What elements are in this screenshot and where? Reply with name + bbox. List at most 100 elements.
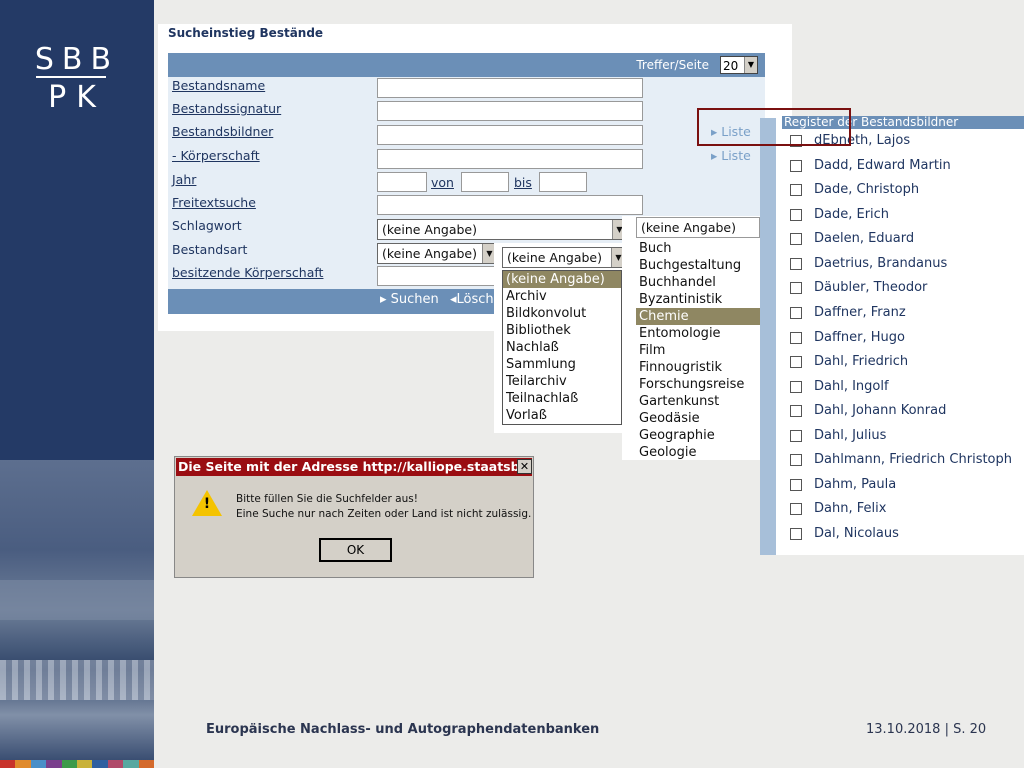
list-item[interactable]: Nachlaß [503,339,621,356]
register-item[interactable]: Dahlmann, Friedrich Christoph [790,452,1012,467]
close-icon[interactable]: ✕ [517,459,532,474]
form-title: Sucheinstieg Bestände [168,26,324,40]
schlagwort-value: (keine Angabe) [382,222,477,237]
list-item[interactable]: (keine Angabe) [503,271,621,288]
register-item[interactable]: Däubler, Theodor [790,280,927,295]
label-bestandsname[interactable]: Bestandsname [172,78,265,93]
schlagwort-select[interactable]: (keine Angabe) ▼ [377,219,627,240]
label-koerperschaft[interactable]: - Körperschaft [172,148,260,163]
bestandsart-value: (keine Angabe) [382,246,477,261]
register-item[interactable]: Daetrius, Brandanus [790,256,947,271]
register-item-label: Daffner, Hugo [814,330,905,345]
freitextsuche-input[interactable] [377,195,643,215]
checkbox[interactable] [790,478,802,491]
list-item[interactable]: Buchhandel [636,274,760,291]
jahr-input[interactable] [377,172,427,192]
koerperschaft-input[interactable] [377,149,643,169]
register-item[interactable]: Dadd, Edward Martin [790,158,951,173]
label-freitextsuche[interactable]: Freitextsuche [172,195,256,210]
bestandsbildner-input[interactable] [377,125,643,145]
year-to-link[interactable]: bis [514,175,532,190]
list-item[interactable]: Forschungsreise [636,376,760,393]
label-bestandsbildner[interactable]: Bestandsbildner [172,124,273,139]
checkbox[interactable] [790,208,802,221]
bestandsname-input[interactable] [377,78,643,98]
year-to-input[interactable] [539,172,587,192]
checkbox[interactable] [790,306,802,319]
triangle-right-icon: ▸ [380,292,387,307]
chevron-down-icon[interactable]: ▼ [744,57,757,73]
register-item[interactable]: Dahl, Johann Konrad [790,403,946,418]
checkbox[interactable] [790,429,802,442]
photo-band-1 [0,580,154,620]
bestandsart-select[interactable]: (keine Angabe) ▼ [377,243,497,264]
list-item[interactable]: Buchgestaltung [636,257,760,274]
checkbox[interactable] [790,232,802,245]
ok-button[interactable]: OK [319,538,392,562]
list-item[interactable]: Geodäsie [636,410,760,427]
branding-column: SBB PK [0,0,154,768]
checkbox[interactable] [790,404,802,417]
list-item[interactable]: Bibliothek [503,322,621,339]
register-item-label: Dal, Nicolaus [814,526,899,541]
hits-per-page-select[interactable]: 20 ▼ [720,56,758,74]
liste-link-koerperschaft[interactable]: ▸ Liste [711,148,751,163]
list-item[interactable]: Film [636,342,760,359]
hits-per-page-value: 20 [723,59,739,73]
checkbox[interactable] [790,257,802,270]
list-item[interactable]: Archiv [503,288,621,305]
bestandsart-dropdown-combo[interactable]: (keine Angabe) ▼ [502,247,626,268]
register-item[interactable]: Daelen, Eduard [790,231,914,246]
register-item[interactable]: Dahl, Ingolf [790,379,889,394]
bestandssignatur-input[interactable] [377,101,643,121]
list-item[interactable]: Byzantinistik [636,291,760,308]
schlagwort-dropdown-combo[interactable]: (keine Angabe) [636,217,760,238]
bestandsart-dropdown-list: (keine Angabe) Archiv Bildkonvolut Bibli… [502,270,622,425]
checkbox[interactable] [790,183,802,196]
footer-title: Europäische Nachlass- und Autographendat… [206,722,600,737]
list-item[interactable]: Geologie [636,444,760,461]
list-item[interactable]: Finnougristik [636,359,760,376]
list-item[interactable]: Teilarchiv [503,373,621,390]
register-item[interactable]: Dahm, Paula [790,477,896,492]
label-bestandssignatur[interactable]: Bestandssignatur [172,101,281,116]
hits-per-page-label: Treffer/Seite [636,58,709,72]
footer-date-page: 13.10.2018 | S. 20 [866,722,987,737]
liste-label: Liste [721,148,751,163]
checkbox[interactable] [790,453,802,466]
list-item[interactable]: Bildkonvolut [503,305,621,322]
list-item[interactable]: Sammlung [503,356,621,373]
besitzende-koerperschaft-input[interactable] [377,266,497,286]
register-item-label: Däubler, Theodor [814,280,928,295]
label-jahr[interactable]: Jahr [172,172,196,187]
clear-button[interactable]: ◂Lösch [450,292,494,307]
highlight-annotation-box [697,108,851,146]
register-item[interactable]: Daffner, Hugo [790,330,905,345]
list-item[interactable]: Buch [636,240,760,257]
register-item[interactable]: Dade, Christoph [790,182,919,197]
register-item[interactable]: Dahl, Friedrich [790,354,908,369]
checkbox[interactable] [790,380,802,393]
list-item[interactable]: Chemie [636,308,760,325]
dialog-message-line2: Eine Suche nur nach Zeiten oder Land ist… [236,508,532,520]
register-item[interactable]: Daffner, Franz [790,305,906,320]
checkbox[interactable] [790,355,802,368]
checkbox[interactable] [790,159,802,172]
list-item[interactable]: Teilnachlaß [503,390,621,407]
year-from-link[interactable]: von [431,175,454,190]
label-besitzende-koerperschaft[interactable]: besitzende Körperschaft [172,265,323,280]
register-item[interactable]: Dade, Erich [790,207,889,222]
checkbox[interactable] [790,502,802,515]
checkbox[interactable] [790,281,802,294]
register-item[interactable]: Dahl, Julius [790,428,886,443]
checkbox[interactable] [790,331,802,344]
list-item[interactable]: Vorlaß [503,407,621,424]
search-button[interactable]: ▸ Suchen [380,292,439,307]
checkbox[interactable] [790,527,802,540]
register-item[interactable]: Dahn, Felix [790,501,886,516]
year-from-input[interactable] [461,172,509,192]
list-item[interactable]: Geographie [636,427,760,444]
list-item[interactable]: Gartenkunst [636,393,760,410]
register-item[interactable]: Dal, Nicolaus [790,526,899,541]
list-item[interactable]: Entomologie [636,325,760,342]
